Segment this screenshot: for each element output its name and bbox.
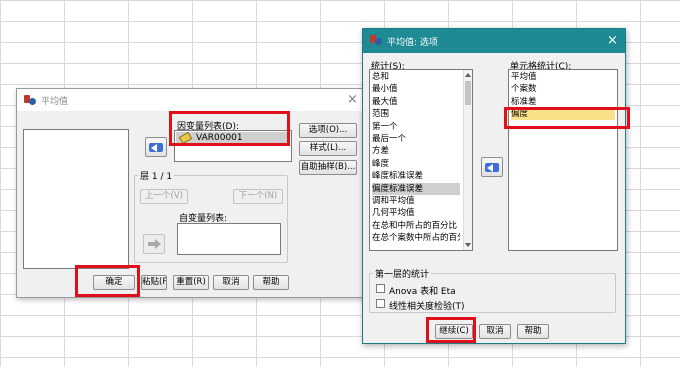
- next-layer-button[interactable]: 下一个(N): [233, 189, 283, 204]
- help-button[interactable]: 帮助: [253, 275, 289, 290]
- continue-highlight-box: [426, 317, 476, 343]
- options-title: 平均值: 选项: [387, 38, 438, 48]
- spss-app-icon: [369, 33, 383, 47]
- means-titlebar: 平均值 ×: [17, 89, 365, 111]
- cell-statistic-highlight-box: [504, 107, 630, 129]
- statistics-list-item[interactable]: 几何平均值: [372, 207, 460, 219]
- close-icon[interactable]: ×: [347, 93, 358, 106]
- statistics-list-item[interactable]: 峰度: [372, 158, 460, 170]
- move-to-dependent-arrow-icon[interactable]: [145, 137, 167, 157]
- options-titlebar: 平均值: 选项 ×: [363, 29, 625, 53]
- statistics-list-item[interactable]: 第一个: [372, 121, 460, 133]
- statistics-list[interactable]: 总和 最小值 最大值 范围 第一个 最后一个 方差 峰度 峰度标准误差 偏度标准误差 调和平均值 几何…: [369, 69, 473, 251]
- previous-layer-button[interactable]: 上一个(V): [140, 189, 188, 204]
- cell-statistics-list-item[interactable]: 个案数: [511, 83, 615, 95]
- statistics-list-item[interactable]: 在总和中所占的百分比: [372, 220, 460, 232]
- statistics-list-item[interactable]: 范围: [372, 108, 460, 120]
- paste-button[interactable]: 粘贴(P): [141, 275, 167, 290]
- statistics-list-item[interactable]: 最大值: [372, 96, 460, 108]
- cancel-button[interactable]: 取消: [213, 275, 249, 290]
- statistics-list-item[interactable]: 方差: [372, 145, 460, 157]
- linearity-label: 线性相关度检验(T): [389, 302, 465, 312]
- scroll-up-icon[interactable]: [465, 73, 471, 77]
- bootstrap-button[interactable]: 自助抽样(B)...: [299, 160, 357, 175]
- options-dialog: 平均值: 选项 × 统计(S): 总和 最小值 最大值 范围 第一个 最后一个 方差 峰度 峰度…: [362, 28, 630, 344]
- scroll-thumb[interactable]: [465, 81, 471, 105]
- anova-checkbox[interactable]: [376, 284, 385, 293]
- statistics-list-item[interactable]: 峰度标准误差: [372, 170, 460, 182]
- close-icon[interactable]: ×: [607, 34, 618, 47]
- independent-list[interactable]: [177, 223, 281, 255]
- ok-highlight-box: [75, 265, 140, 297]
- statistics-scrollbar[interactable]: [463, 70, 472, 250]
- means-title: 平均值: [41, 97, 69, 107]
- help-button[interactable]: 帮助: [517, 324, 549, 339]
- first-layer-label: 第一层的统计: [373, 267, 432, 280]
- move-statistic-arrow-icon[interactable]: [481, 157, 503, 177]
- cancel-button[interactable]: 取消: [479, 324, 511, 339]
- statistics-list-item[interactable]: 在总个案数中所占的百分比: [372, 232, 460, 244]
- reset-button[interactable]: 重置(R): [173, 275, 209, 290]
- cell-statistics-list-item[interactable]: 平均值: [511, 71, 615, 83]
- scroll-down-icon[interactable]: [465, 243, 471, 247]
- spss-app-icon: [23, 93, 37, 107]
- statistics-list-item[interactable]: 最小值: [372, 83, 460, 95]
- linearity-checkbox[interactable]: [376, 299, 385, 308]
- options-button[interactable]: 选项(O)...: [299, 123, 357, 138]
- cell-statistics-list-item[interactable]: 标准差: [511, 96, 615, 108]
- style-button[interactable]: 样式(L)...: [299, 141, 357, 156]
- statistics-list-item[interactable]: 调和平均值: [372, 195, 460, 207]
- statistics-list-item[interactable]: 最后一个: [372, 133, 460, 145]
- cell-statistics-list[interactable]: 平均值 个案数 标准差 偏度: [508, 69, 618, 251]
- statistics-list-item[interactable]: 偏度标准误差: [372, 182, 460, 195]
- dependent-highlight-box: [169, 111, 290, 146]
- means-dialog: 平均值 × 因变量列表(D): VAR00001 选项(O)... 样式(L).…: [16, 88, 366, 298]
- source-variable-list[interactable]: [23, 129, 129, 269]
- layer-label: 层 1 / 1: [138, 169, 175, 182]
- move-to-independent-arrow-icon[interactable]: [143, 234, 165, 254]
- statistics-list-item[interactable]: 总和: [372, 71, 460, 83]
- anova-label: Anova 表和 Eta: [389, 287, 456, 297]
